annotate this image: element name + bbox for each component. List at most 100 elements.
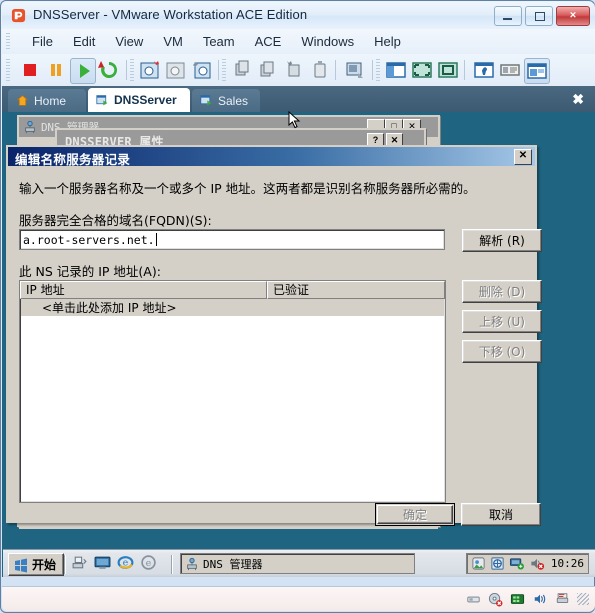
menu-item-view[interactable]: View: [105, 31, 153, 52]
toolbar-grip-4[interactable]: [376, 59, 380, 81]
settings-icon[interactable]: [472, 58, 496, 82]
capture-screen-icon[interactable]: [343, 58, 367, 82]
svg-text:e: e: [123, 558, 129, 569]
menu-item-vm[interactable]: VM: [153, 31, 193, 52]
resolve-button[interactable]: 解析 (R): [462, 229, 542, 252]
dialog-close-button[interactable]: ✕: [514, 149, 532, 165]
vm-icon: [96, 94, 108, 105]
tab-close-button[interactable]: ✖: [572, 91, 584, 107]
taskbar-tasks: DNS 管理器: [180, 553, 415, 574]
show-desktop-icon[interactable]: [71, 554, 88, 571]
vmware-window: DNSServer - VMware Workstation ACE Editi…: [0, 0, 595, 613]
snapshot-take-icon[interactable]: [138, 58, 162, 82]
show-sidebar-icon[interactable]: [384, 58, 408, 82]
volume-muted-icon[interactable]: [529, 556, 545, 571]
window-title: DNSServer - VMware Workstation ACE Editi…: [33, 7, 308, 22]
menubar: File Edit View VM Team ACE Windows Help: [2, 29, 595, 55]
tab-dnsserver-label: DNSServer: [114, 93, 177, 107]
browser-icon[interactable]: e: [140, 554, 157, 571]
dialog-ok-label: 确定: [377, 505, 453, 524]
mouse-cursor: [288, 111, 301, 129]
maximize-button[interactable]: [525, 6, 553, 26]
taskbar-item-dns-manager[interactable]: DNS 管理器: [203, 556, 263, 572]
clone-icon[interactable]: [230, 58, 254, 82]
menu-item-windows[interactable]: Windows: [291, 31, 364, 52]
vmware-statusbar: [2, 586, 595, 611]
tab-dnsserver[interactable]: DNSServer: [88, 88, 190, 112]
vmware-icon: [11, 8, 26, 23]
toolbar-grip-2[interactable]: [130, 59, 134, 81]
clone-multiple-icon[interactable]: [256, 58, 280, 82]
vm-guest-screen[interactable]: DNS 管理器 _ □ ✕ … DNSSERVER 属性 ? ✕ 确定 取消 应…: [2, 112, 595, 577]
sound-icon[interactable]: [532, 592, 548, 606]
tab-home[interactable]: Home: [8, 89, 86, 112]
menu-item-edit[interactable]: Edit: [63, 31, 105, 52]
internet-explorer-icon[interactable]: e: [117, 554, 134, 571]
close-button[interactable]: ×: [556, 6, 590, 26]
network-icon[interactable]: [509, 556, 525, 571]
minimize-button[interactable]: [494, 6, 522, 26]
quick-switch-icon[interactable]: [436, 58, 460, 82]
fullscreen-icon[interactable]: [410, 58, 434, 82]
fqdn-input[interactable]: a.root-servers.net.: [19, 229, 445, 250]
vm-tabbar: Home DNSServer Sales ✖: [2, 86, 595, 112]
menu-item-team[interactable]: Team: [193, 31, 245, 52]
resize-grip-icon[interactable]: [577, 593, 589, 605]
tab-home-label: Home: [34, 93, 67, 108]
dialog-body: 输入一个服务器名称及一个或多个 IP 地址。这两者都是识别名称服务器所必需的。 …: [8, 166, 542, 526]
cd-dvd-icon[interactable]: [488, 592, 503, 607]
dns-console-icon: [25, 120, 35, 134]
move-up-button: 上移 (U): [462, 310, 542, 333]
menu-item-file[interactable]: File: [22, 31, 63, 52]
printer-icon[interactable]: [555, 592, 570, 606]
snapshot-revert-icon[interactable]: [164, 58, 188, 82]
pause-icon[interactable]: [44, 58, 68, 82]
windows-logo-icon: [15, 558, 27, 572]
tab-sales[interactable]: Sales: [192, 89, 260, 112]
maximize-icon: [535, 12, 545, 21]
menu-item-ace[interactable]: ACE: [245, 31, 292, 52]
toolbar-grip-1[interactable]: [6, 59, 10, 81]
display-icon[interactable]: [94, 554, 111, 571]
column-header-ip[interactable]: IP 地址: [20, 281, 267, 299]
screenshot-root: DNSServer - VMware Workstation ACE Editi…: [0, 0, 595, 613]
svg-text:e: e: [146, 558, 152, 569]
list-item[interactable]: <单击此处添加 IP 地址>: [21, 299, 444, 316]
network-config-icon[interactable]: [471, 556, 486, 571]
menubar-grip[interactable]: [6, 33, 10, 50]
fqdn-value: a.root-servers.net.: [23, 232, 155, 247]
network-adapter-icon[interactable]: [510, 592, 525, 606]
window-controls: ×: [494, 6, 590, 26]
ip-address-listview[interactable]: IP 地址 已验证 <单击此处添加 IP 地址>: [19, 280, 446, 503]
menu-items: File Edit View VM Team ACE Windows Help: [22, 29, 411, 54]
menu-item-help[interactable]: Help: [364, 31, 411, 52]
tab-sales-label: Sales: [218, 93, 249, 108]
taskbar-separator-2: [171, 555, 173, 574]
quick-launch-bar: e e: [71, 554, 157, 571]
taskbar-clock[interactable]: 10:26: [551, 557, 584, 570]
delete-button: 删除 (D): [462, 280, 542, 303]
help-icon: ?: [372, 135, 379, 145]
guest-taskbar: 开始 e e DNS 管理器 10:26: [3, 549, 595, 577]
add-ip-placeholder: <单击此处添加 IP 地址>: [42, 301, 177, 315]
start-button[interactable]: 开始: [8, 553, 65, 576]
reset-icon[interactable]: [97, 58, 121, 82]
edit-name-server-record-dialog[interactable]: 编辑名称服务器记录 ✕ 输入一个服务器名称及一个或多个 IP 地址。这两者都是识…: [6, 145, 542, 526]
toolbar-grip-3[interactable]: [222, 59, 226, 81]
server-manager-icon[interactable]: [490, 556, 505, 571]
start-label: 开始: [32, 558, 57, 572]
console-view-icon[interactable]: [524, 58, 550, 84]
play-icon[interactable]: [70, 58, 96, 84]
window-titlebar: DNSServer - VMware Workstation ACE Editi…: [2, 2, 595, 29]
snapshot-manager-icon[interactable]: [190, 58, 214, 82]
teams-add-icon[interactable]: [282, 58, 306, 82]
summary-icon[interactable]: [498, 58, 522, 82]
stop-icon[interactable]: [18, 58, 42, 82]
usb-device-icon[interactable]: [308, 58, 332, 82]
close-icon: ✕: [390, 135, 399, 145]
column-header-validated[interactable]: 已验证: [267, 281, 445, 299]
dialog-cancel-button[interactable]: 取消: [461, 503, 541, 526]
vm-icon: [200, 95, 212, 106]
floppy-icon[interactable]: [466, 593, 481, 606]
taskbar-separator-1: [64, 555, 66, 574]
